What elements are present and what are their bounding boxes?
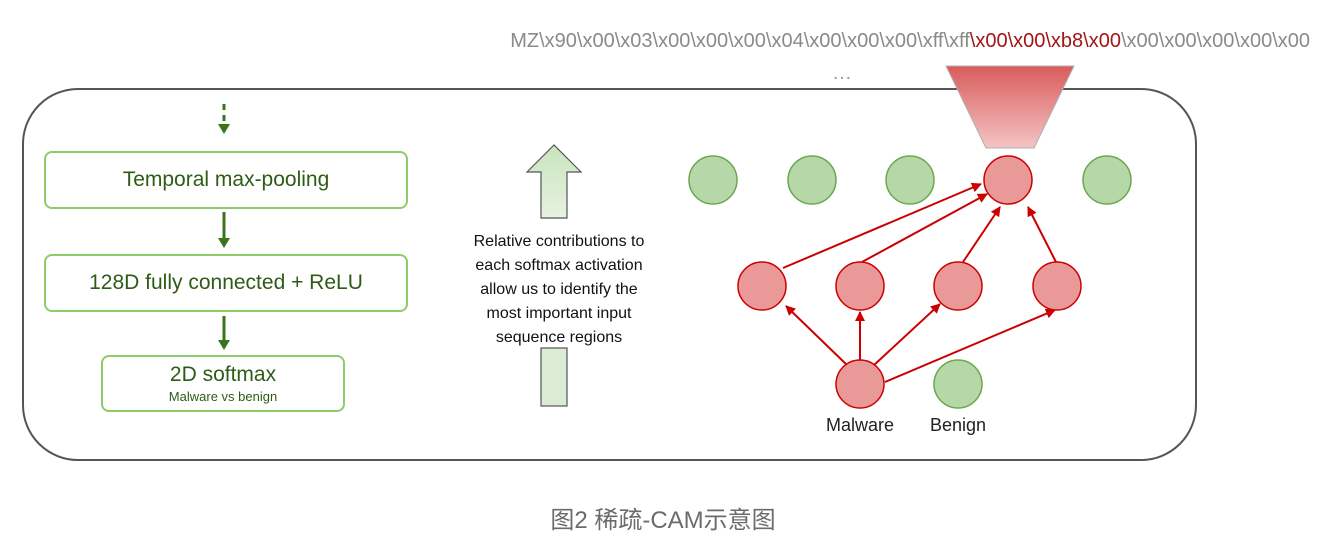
output-node-benign <box>933 359 983 409</box>
diagram-canvas: MZ\x90\x00\x03\x00\x00\x00\x04\x00\x00\x… <box>0 0 1326 560</box>
edge-h3-to-target <box>962 206 1001 263</box>
output-node-malware <box>835 359 885 409</box>
top-node-3 <box>885 155 935 205</box>
explanation-line: most important input <box>486 305 632 322</box>
down-arrow-dashed <box>218 104 230 134</box>
malware-label: Malware <box>826 415 895 435</box>
temporal-max-pooling-box: Temporal max-pooling <box>44 151 408 209</box>
down-arrow-fc-to-softmax <box>218 316 230 350</box>
explanation-line: each softmax activation <box>475 257 643 274</box>
softmax-box: 2D softmax Malware vs benign <box>101 355 345 412</box>
explanation-line: allow us to identify the <box>480 281 638 298</box>
explanation-line: Relative contributions to <box>473 233 645 250</box>
explanation-line: sequence regions <box>495 329 623 346</box>
hidden-node-1 <box>737 261 787 311</box>
hidden-node-3 <box>933 261 983 311</box>
softmax-label: 2D softmax <box>169 363 277 386</box>
edge-h2-to-target <box>861 193 988 263</box>
upward-attribution-arrow <box>525 144 583 219</box>
top-node-1 <box>688 155 738 205</box>
fully-connected-label: 128D fully connected + ReLU <box>89 271 363 294</box>
explanation-text: Relative contributions to each softmax a… <box>432 230 686 350</box>
edge-h4-to-target <box>1027 206 1057 263</box>
hidden-node-4 <box>1032 261 1082 311</box>
down-arrow-pool-to-fc <box>218 212 230 248</box>
softmax-sublabel: Malware vs benign <box>168 389 278 404</box>
network-edges <box>782 182 1057 383</box>
temporal-max-pooling-label: Temporal max-pooling <box>122 168 330 191</box>
receptive-field-funnel <box>945 65 1075 149</box>
figure-caption: 图2 稀疏-CAM示意图 <box>550 507 776 534</box>
edge-malware-to-h3 <box>872 303 941 367</box>
edge-malware-to-h1 <box>785 305 849 367</box>
fully-connected-box: 128D fully connected + ReLU <box>44 254 408 312</box>
hidden-node-2 <box>835 261 885 311</box>
top-node-5 <box>1082 155 1132 205</box>
upward-attribution-arrow-shaft <box>540 347 568 407</box>
top-node-target <box>983 155 1033 205</box>
benign-label: Benign <box>930 415 987 435</box>
top-node-2 <box>787 155 837 205</box>
